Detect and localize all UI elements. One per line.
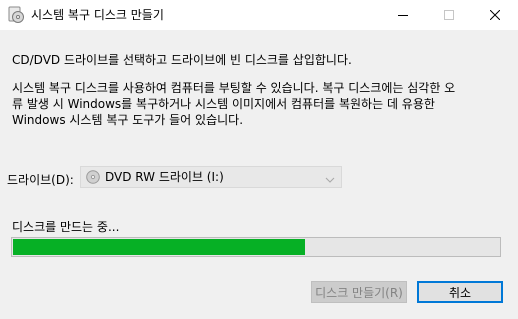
intro-text: CD/DVD 드라이브를 선택하고 드라이브에 빈 디스크를 삽입합니다. [12,53,352,67]
description-line: 류 발생 시 Windows를 복구하거나 시스템 이미지에서 컴퓨터를 복원하… [12,97,435,111]
progress-fill [13,239,305,255]
description-line: Windows 시스템 복구 도구가 들어 있습니다. [12,113,244,127]
dialog-content: CD/DVD 드라이브를 선택하고 드라이브에 빈 디스크를 삽입합니다. 시스… [0,30,518,319]
progress-bar [11,237,501,257]
maximize-button [426,0,472,30]
description-line: 시스템 복구 디스크를 사용하여 컴퓨터를 부팅할 수 있습니다. 복구 디스크… [12,81,456,95]
close-button[interactable] [472,0,518,30]
window-title: 시스템 복구 디스크 만들기 [31,8,164,22]
progress-label: 디스크를 만드는 중... [12,220,120,234]
minimize-button[interactable] [380,0,426,30]
drive-label: 드라이브(D): [7,173,74,187]
close-icon [490,10,500,20]
maximize-icon [444,10,454,20]
recovery-disc-app-icon [7,6,25,24]
chevron-down-icon [325,173,335,183]
disc-drive-icon [86,170,100,184]
description-text: 시스템 복구 디스크를 사용하여 컴퓨터를 부팅할 수 있습니다. 복구 디스크… [12,80,502,128]
cancel-button[interactable]: 취소 [417,281,503,303]
create-disc-button: 디스크 만들기(R) [311,281,407,303]
minimize-icon [398,15,408,16]
recovery-disc-window: 시스템 복구 디스크 만들기 CD/DVD 드라이브를 선택하고 드라이브에 빈… [0,0,518,319]
drive-dropdown: DVD RW 드라이브 (I:) [80,166,342,188]
title-bar[interactable]: 시스템 복구 디스크 만들기 [0,0,518,30]
drive-selected-value: DVD RW 드라이브 (I:) [105,170,224,184]
